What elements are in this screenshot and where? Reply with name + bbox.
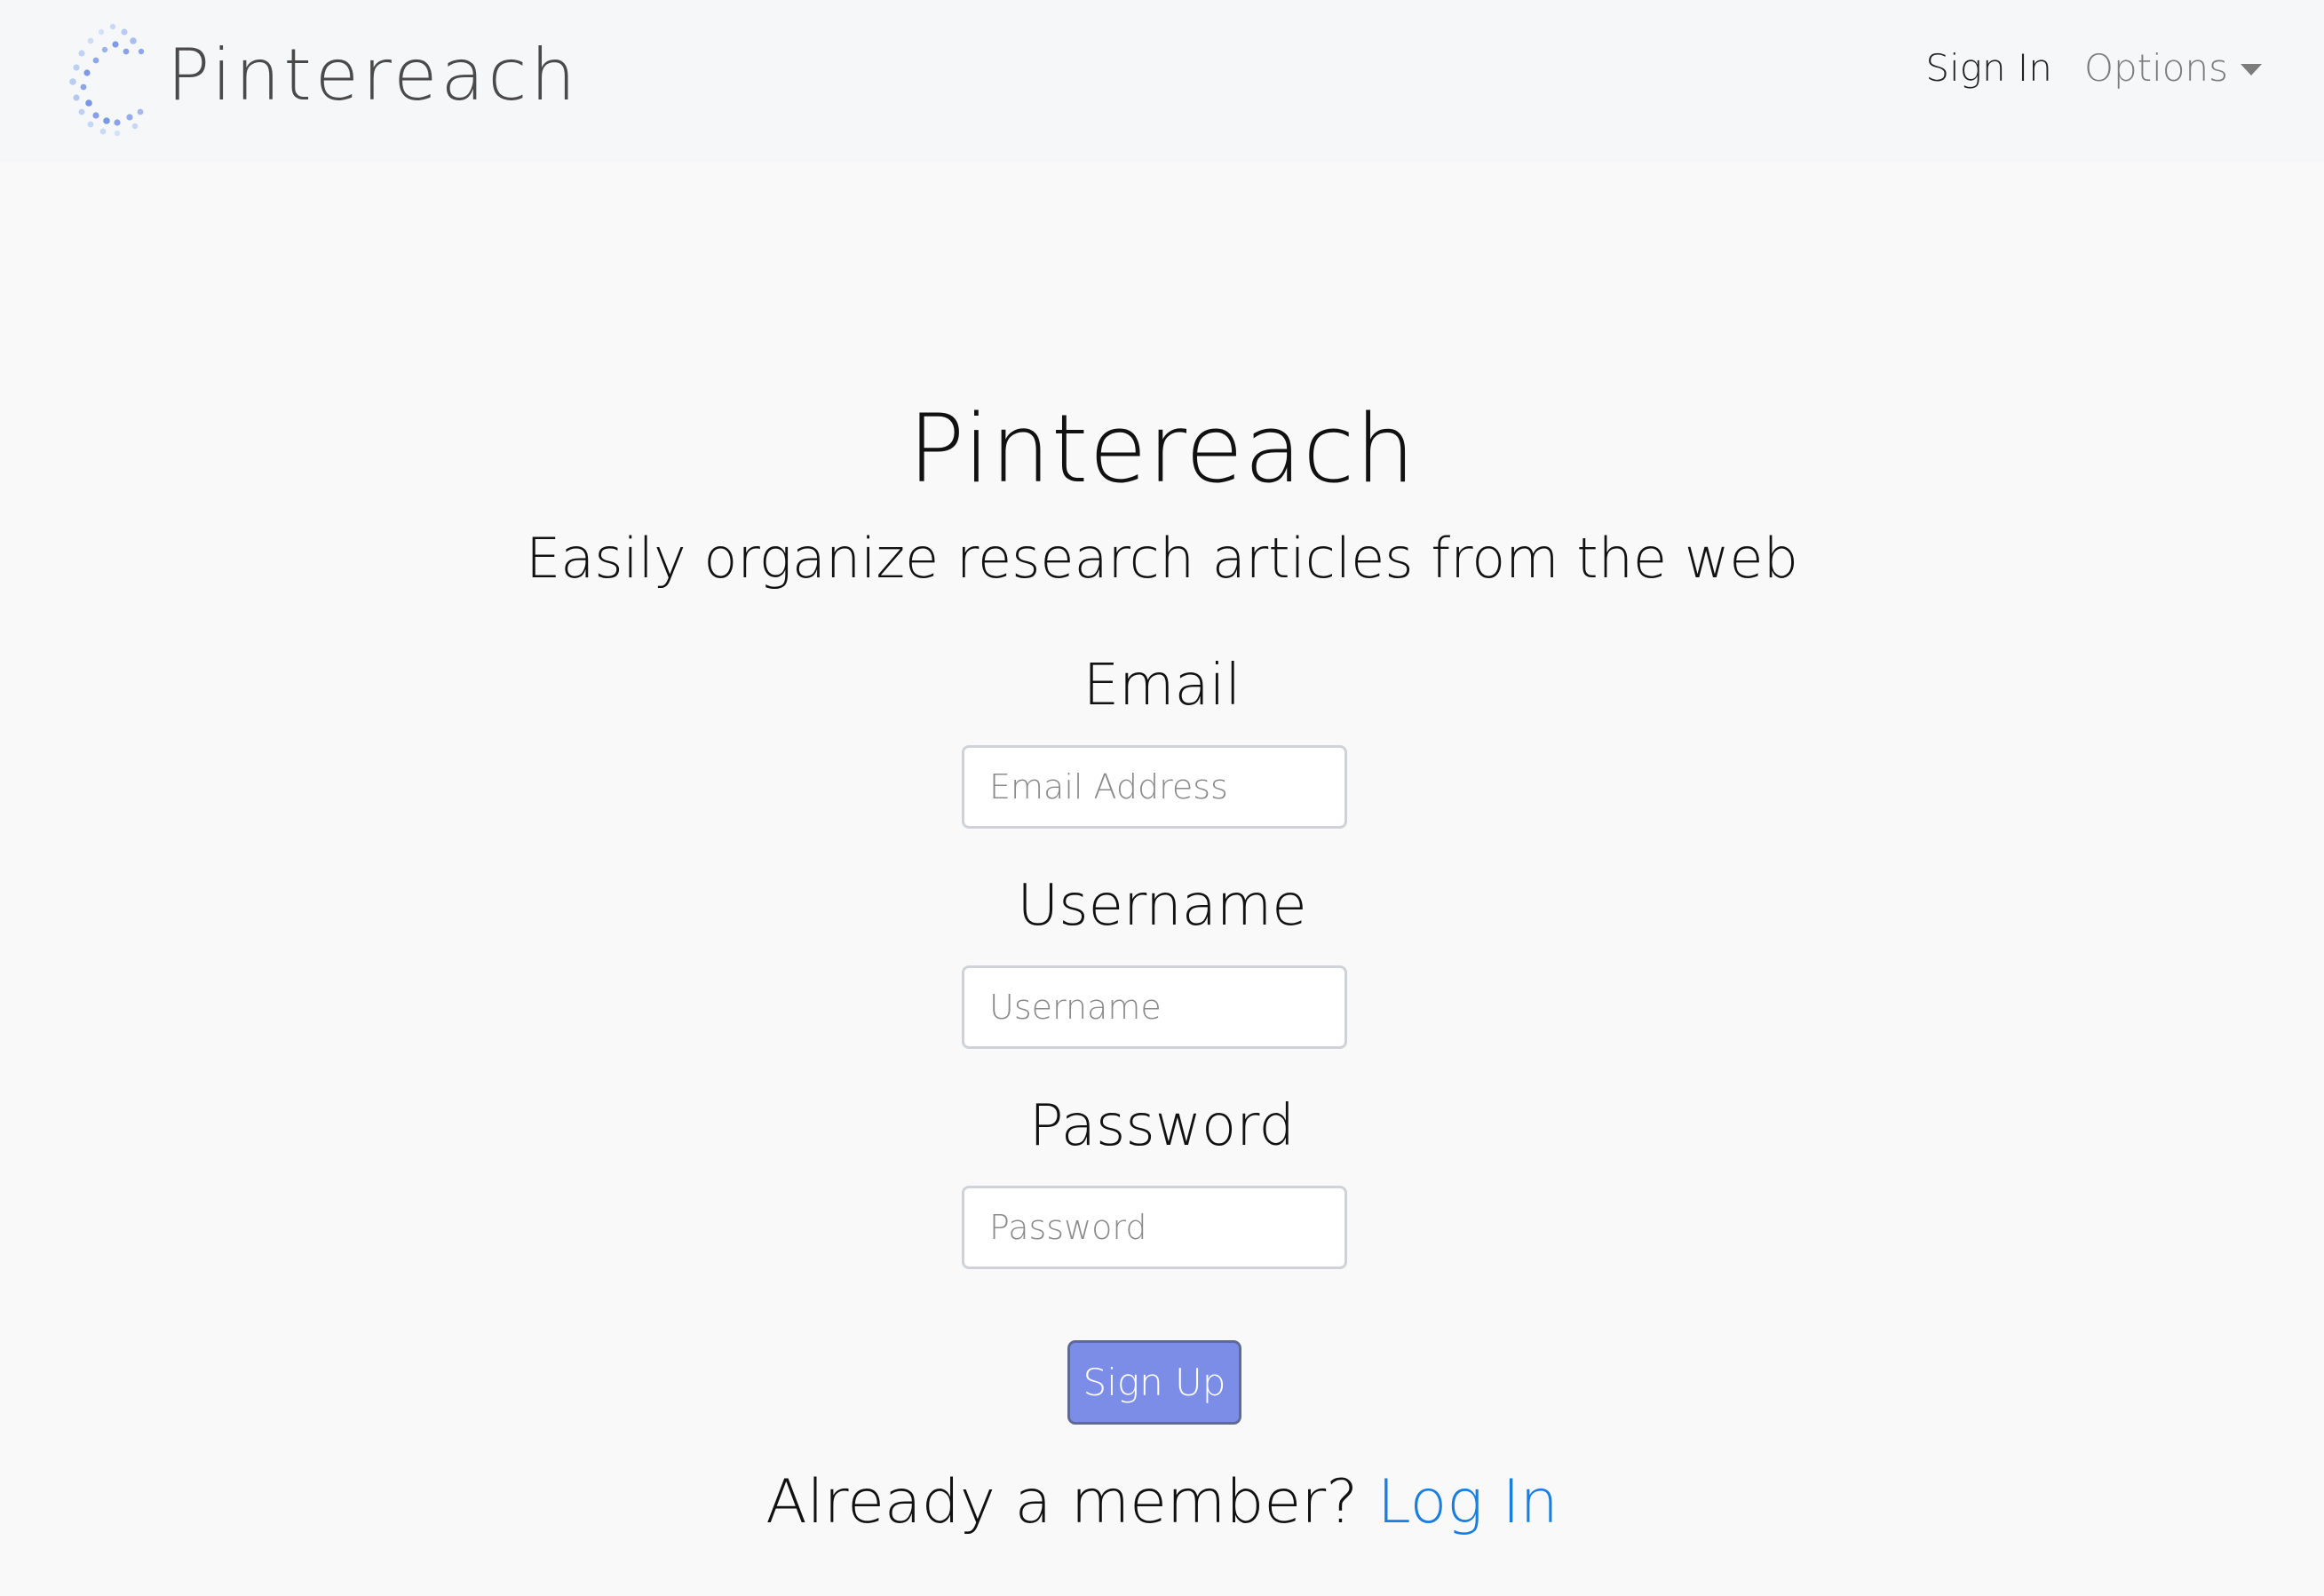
- signup-button[interactable]: Sign Up: [1067, 1340, 1241, 1425]
- member-prompt-text: Already a member?: [765, 1467, 1359, 1537]
- username-label: Username: [1017, 873, 1307, 939]
- password-label: Password: [1029, 1093, 1295, 1159]
- brand[interactable]: Pintereach: [55, 16, 579, 140]
- email-field[interactable]: [962, 745, 1347, 829]
- login-link[interactable]: Log In: [1377, 1467, 1559, 1537]
- nav-options-dropdown[interactable]: Options: [2084, 46, 2262, 90]
- password-field[interactable]: [962, 1186, 1347, 1269]
- top-navbar: Pintereach Sign In Options: [0, 0, 2324, 163]
- nav-signin-link[interactable]: Sign In: [1925, 46, 2052, 90]
- nav-options-label: Options: [2083, 46, 2228, 90]
- page-title: Pintereach: [908, 394, 1416, 504]
- navbar-links: Sign In Options: [1925, 46, 2262, 90]
- caret-down-icon: [2241, 64, 2262, 75]
- brand-name: Pintereach: [167, 34, 580, 116]
- login-prompt: Already a member? Log In: [0, 1473, 2324, 1533]
- page-subtitle: Easily organize research articles from t…: [526, 526, 1798, 591]
- email-label: Email: [1083, 653, 1241, 719]
- username-field[interactable]: [962, 965, 1347, 1049]
- logo-dots-icon: [69, 23, 145, 137]
